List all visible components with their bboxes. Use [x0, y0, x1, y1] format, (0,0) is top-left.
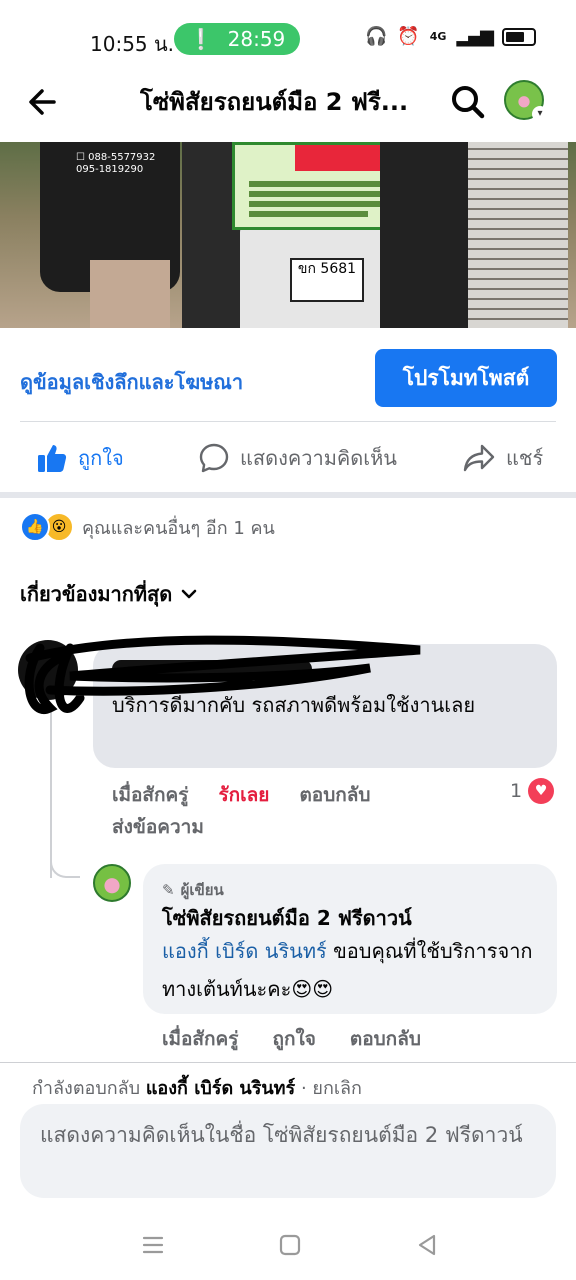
call-timer: 28:59 [227, 27, 286, 51]
reaction-count: 1 [510, 780, 523, 802]
heart-icon: ♥ [528, 778, 555, 804]
redaction-scribble [24, 635, 421, 714]
separator-dot: · [295, 1078, 313, 1099]
comment-reaction-count[interactable]: 1 ♥ [510, 778, 555, 804]
love-reaction-button[interactable]: รักเลย [218, 780, 269, 810]
like-reaction-icon: 👍 [20, 512, 50, 542]
recent-apps-icon[interactable] [138, 1230, 168, 1260]
thread-line [50, 858, 80, 878]
share-arrow-icon [463, 444, 495, 472]
section-divider [0, 492, 576, 498]
back-arrow-icon[interactable] [24, 82, 64, 122]
like-button[interactable]: ถูกใจ [272, 1024, 315, 1054]
author-badge: ✎ ผู้เขียน [162, 878, 224, 902]
call-timer-pill[interactable]: ❕ 28:59 [174, 23, 300, 55]
chevron-down-icon[interactable]: ▾ [532, 106, 548, 122]
headphones-icon: 🎧 [364, 26, 388, 47]
reply-author-name[interactable]: โซ่พิสัยรถยนต์มือ 2 ฟรีดาวน์ [162, 902, 412, 934]
photo-person [90, 260, 170, 328]
home-icon[interactable] [275, 1230, 305, 1260]
comment-bubble-icon [199, 443, 229, 473]
send-message-button[interactable]: ส่งข้อความ [112, 812, 204, 842]
replying-prefix: กำลังตอบกลับ [32, 1078, 146, 1099]
reactions-text: คุณและคนอื่นๆ อีก 1 คน [82, 517, 275, 539]
comment-time: เมื่อสักครู่ [112, 784, 189, 806]
filter-label: เกี่ยวข้องมากที่สุด [20, 582, 173, 606]
like-label: ถูกใจ [78, 446, 124, 470]
network-label: 4G [429, 30, 447, 43]
divider [20, 421, 556, 422]
share-label: แชร์ [506, 446, 544, 470]
reply-button[interactable]: ตอบกลับ [299, 780, 370, 810]
mention-link[interactable]: แองกี้ เบิร์ด นรินทร์ [162, 939, 327, 963]
photo-license-plate: ขก 5681 [290, 258, 364, 302]
phone-icon: ❕ [188, 27, 214, 51]
replying-to-bar: กำลังตอบกลับ แองกี้ เบิร์ด นรินทร์ · ยกเ… [32, 1073, 362, 1102]
page-avatar[interactable] [93, 864, 131, 902]
insights-link[interactable]: ดูข้อมูลเชิงลึกและโฆษณา [20, 366, 243, 398]
reply-meta: เมื่อสักครู่ ถูกใจ ตอบกลับ [162, 1024, 421, 1054]
comment-filter[interactable]: เกี่ยวข้องมากที่สุด [20, 578, 198, 610]
replying-name: แองกี้ เบิร์ด นรินทร์ [145, 1078, 296, 1099]
author-badge-label: ผู้เขียน [180, 881, 224, 899]
pencil-icon: ✎ [162, 881, 175, 899]
chevron-down-icon [181, 589, 197, 599]
comment-label: แสดงความคิดเห็น [240, 446, 397, 470]
photo-person [468, 142, 568, 328]
alarm-icon: ⏰ [397, 26, 420, 47]
reply-text: แองกี้ เบิร์ด นรินทร์ ขอบคุณที่ใช้บริการ… [162, 932, 542, 1008]
divider [0, 1062, 576, 1063]
comment-input-placeholder: แสดงความคิดเห็นในชื่อ โซ่พิสัยรถยนต์มือ … [40, 1123, 523, 1147]
cancel-reply-button[interactable]: ยกเลิก [312, 1078, 362, 1099]
reply-time: เมื่อสักครู่ [162, 1028, 239, 1050]
status-time: 10:55 น. [90, 32, 175, 56]
page-title: โซ่พิสัยรถยนต์มือ 2 ฟรี... [140, 88, 409, 116]
share-button[interactable]: แชร์ [462, 440, 543, 476]
status-icons: 🎧 ⏰ 4G ▂▄▆ [365, 26, 536, 47]
battery-icon [502, 27, 536, 46]
thumbs-up-icon [38, 445, 67, 472]
photo-person [380, 142, 480, 328]
reactions-summary[interactable]: 👍 😮 คุณและคนอื่นๆ อีก 1 คน [20, 512, 275, 542]
like-button[interactable]: ถูกใจ [36, 440, 124, 476]
comment-button[interactable]: แสดงความคิดเห็น [198, 440, 397, 476]
search-icon[interactable] [448, 82, 488, 122]
comment-meta: เมื่อสักครู่ รักเลย ตอบกลับ [112, 780, 370, 810]
promote-post-button[interactable]: โปรโมทโพสต์ [375, 349, 557, 407]
reply-button[interactable]: ตอบกลับ [350, 1024, 421, 1054]
signal-icon: ▂▄▆ [456, 26, 494, 47]
back-nav-icon[interactable] [412, 1230, 442, 1260]
